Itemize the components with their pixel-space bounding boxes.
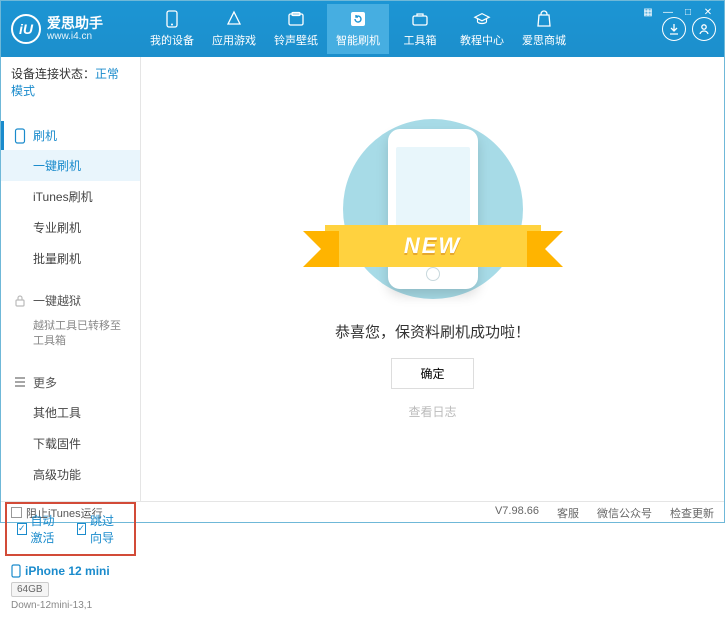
jailbreak-note: 越狱工具已转移至工具箱 [33, 319, 130, 350]
apps-icon [225, 10, 243, 28]
activation-options: ✓自动激活 ✓跳过向导 [5, 502, 136, 556]
footer-update[interactable]: 检查更新 [670, 505, 714, 521]
bag-icon [535, 10, 553, 28]
device-sub: Down-12mini-13,1 [11, 600, 130, 611]
nav-tutorials[interactable]: 教程中心 [451, 4, 513, 54]
checkbox-skip-setup[interactable]: ✓跳过向导 [77, 512, 125, 546]
list-icon [13, 375, 27, 389]
view-log-link[interactable]: 查看日志 [408, 403, 456, 420]
graduation-icon [473, 10, 491, 28]
user-button[interactable] [692, 17, 716, 41]
nav-store[interactable]: 爱思商城 [513, 4, 575, 54]
phone-outline-icon [13, 129, 27, 143]
phone-icon [163, 10, 181, 28]
close-icon[interactable]: ✕ [699, 4, 717, 20]
footer-support[interactable]: 客服 [557, 505, 579, 521]
app-title: 爱思助手 [47, 15, 103, 32]
window-titlebar: ▦ — □ ✕ [639, 4, 717, 20]
new-ribbon: NEW [325, 225, 541, 267]
nav-my-devices[interactable]: 我的设备 [141, 4, 203, 54]
sidebar-item-advanced[interactable]: 高级功能 [1, 459, 140, 490]
app-url: www.i4.cn [47, 31, 103, 43]
main-content: NEW 恭喜您，保资料刷机成功啦！ 确定 查看日志 [141, 57, 724, 501]
nav-flash[interactable]: 智能刷机 [327, 4, 389, 54]
nav-ringtones[interactable]: 铃声壁纸 [265, 4, 327, 54]
app-header: iU 爱思助手 www.i4.cn 我的设备 应用游戏 铃声壁纸 智能刷机 工具… [1, 1, 724, 57]
sidebar-item-batch[interactable]: 批量刷机 [1, 243, 140, 274]
sidebar-head-flash[interactable]: 刷机 [1, 121, 140, 150]
device-status: 设备连接状态：正常模式 [1, 57, 140, 107]
nav-apps[interactable]: 应用游戏 [203, 4, 265, 54]
footer-wechat[interactable]: 微信公众号 [597, 505, 652, 521]
folder-icon [287, 10, 305, 28]
connected-device[interactable]: iPhone 12 mini 64GB Down-12mini-13,1 [1, 556, 140, 619]
minimize-icon[interactable]: — [659, 4, 677, 20]
success-illustration: NEW [343, 119, 523, 299]
sidebar-head-more[interactable]: 更多 [1, 368, 140, 397]
sidebar-item-oneclick[interactable]: 一键刷机 [1, 150, 140, 181]
ok-button[interactable]: 确定 [391, 358, 473, 389]
nav-tools[interactable]: 工具箱 [389, 4, 451, 54]
sidebar-head-jailbreak: 一键越狱 [1, 286, 140, 315]
download-button[interactable] [662, 17, 686, 41]
device-name-label: iPhone 12 mini [25, 564, 110, 578]
sidebar-item-pro[interactable]: 专业刷机 [1, 212, 140, 243]
version-label: V7.98.66 [495, 505, 539, 521]
sidebar-item-other-tools[interactable]: 其他工具 [1, 397, 140, 428]
device-phone-icon [11, 564, 21, 578]
app-logo: iU 爱思助手 www.i4.cn [11, 14, 141, 44]
sidebar-item-download-fw[interactable]: 下载固件 [1, 428, 140, 459]
toolbox-icon [411, 10, 429, 28]
grid-icon[interactable]: ▦ [639, 4, 657, 20]
sidebar-item-itunes[interactable]: iTunes刷机 [1, 181, 140, 212]
checkbox-auto-activate[interactable]: ✓自动激活 [17, 512, 65, 546]
refresh-icon [349, 10, 367, 28]
success-message: 恭喜您，保资料刷机成功啦！ [335, 321, 530, 342]
lock-icon [13, 294, 27, 308]
logo-icon: iU [11, 14, 41, 44]
maximize-icon[interactable]: □ [679, 4, 697, 20]
main-nav: 我的设备 应用游戏 铃声壁纸 智能刷机 工具箱 教程中心 爱思商城 [141, 4, 662, 54]
sidebar: 设备连接状态：正常模式 刷机 一键刷机 iTunes刷机 专业刷机 批量刷机 一… [1, 57, 141, 501]
device-capacity: 64GB [11, 582, 49, 597]
